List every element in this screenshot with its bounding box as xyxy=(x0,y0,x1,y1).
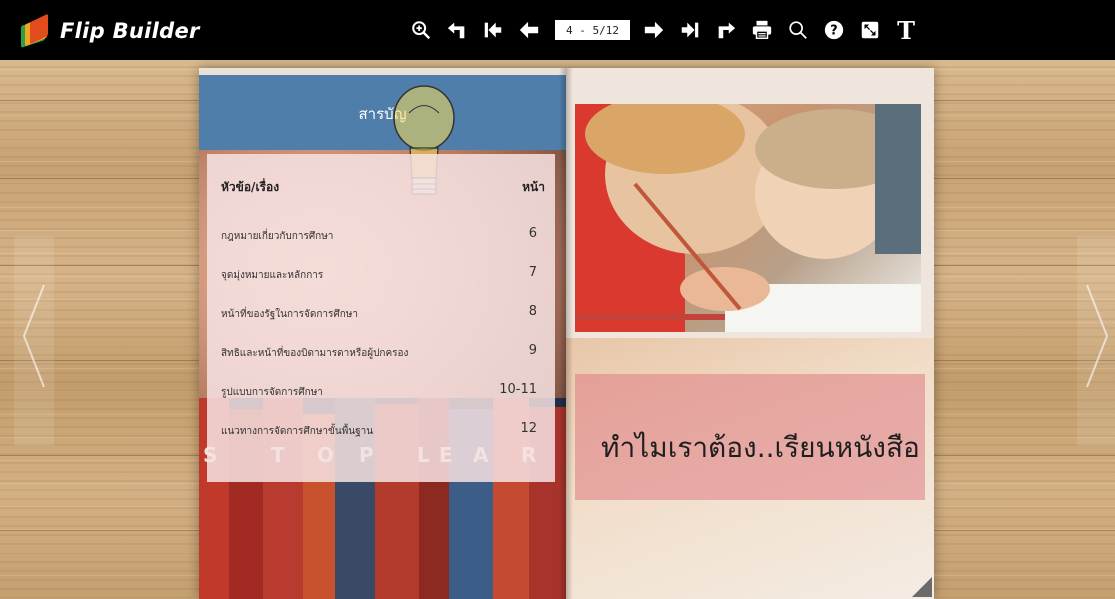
last-page-button[interactable] xyxy=(674,14,706,46)
children-drawing-photo xyxy=(575,104,921,332)
forward-icon xyxy=(718,22,736,39)
headline-text: ทำไมเราต้อง..เรียนหนังสือ xyxy=(601,431,920,464)
app-title: Flip Builder xyxy=(60,19,200,43)
toc-page-header: หน้า xyxy=(522,180,545,194)
first-page-icon xyxy=(484,22,502,38)
toc-topic-header: หัวข้อ/เรื่อง xyxy=(221,180,280,194)
flip-builder-logo-icon xyxy=(18,13,52,48)
first-page-button[interactable] xyxy=(477,14,509,46)
zoom-in-button[interactable] xyxy=(405,14,437,46)
toc-row[interactable]: สิทธิและหน้าที่ของบิดามารดาหรือผู้ปกครอง… xyxy=(221,343,537,363)
toolbar-buttons: 4 - 5/12 ? T xyxy=(405,14,926,46)
fullscreen-button[interactable] xyxy=(854,14,886,46)
zoom-in-icon xyxy=(412,21,431,40)
book-spine xyxy=(559,68,573,599)
toc-row[interactable]: จุดมุ่งหมายและหลักการ 7 xyxy=(221,265,537,285)
chevron-left-icon xyxy=(22,284,45,388)
previous-page-icon xyxy=(519,21,539,39)
print-icon xyxy=(752,20,772,39)
app-logo[interactable]: Flip Builder xyxy=(18,13,200,48)
text-icon: T xyxy=(897,15,915,45)
fullscreen-icon xyxy=(861,21,879,39)
text-mode-button[interactable]: T xyxy=(890,14,922,46)
flipbook: S T O P L E A R สารบัญ หัวข้อ/เรื่อง หน้… xyxy=(199,68,934,599)
print-button[interactable] xyxy=(746,14,778,46)
search-icon xyxy=(789,21,807,39)
toc-column-headers: หัวข้อ/เรื่อง หน้า xyxy=(221,178,545,197)
children-illustration xyxy=(575,104,921,332)
previous-page-button[interactable] xyxy=(513,14,545,46)
svg-text:?: ? xyxy=(830,24,837,39)
toolbar: Flip Builder 4 - 5/12 ? T xyxy=(0,0,1115,60)
toc-row[interactable]: หน้าที่ของรัฐในการจัดการศึกษา 8 xyxy=(221,304,537,324)
toc-row[interactable]: รูปแบบการจัดการศึกษา 10-11 xyxy=(221,382,537,402)
page-corner-curl[interactable] xyxy=(912,577,932,597)
help-button[interactable]: ? xyxy=(818,14,850,46)
chevron-right-icon xyxy=(1086,284,1109,388)
back-button[interactable] xyxy=(441,14,473,46)
right-page[interactable]: ทำไมเราต้อง..เรียนหนังสือ xyxy=(566,68,934,599)
next-page-button[interactable] xyxy=(638,14,670,46)
toc-row[interactable]: แนวทางการจัดการศึกษาขั้นพื้นฐาน 12 xyxy=(221,421,537,441)
previous-page-side-arrow[interactable] xyxy=(14,236,54,446)
toc-row[interactable]: กฎหมายเกี่ยวกับการศึกษา 6 xyxy=(221,226,537,246)
left-page[interactable]: S T O P L E A R สารบัญ หัวข้อ/เรื่อง หน้… xyxy=(199,68,566,599)
table-of-contents: หัวข้อ/เรื่อง หน้า กฎหมายเกี่ยวกับการศึก… xyxy=(207,154,555,482)
toc-title: สารบัญ xyxy=(358,105,407,123)
next-page-side-arrow[interactable] xyxy=(1077,236,1115,446)
forward-button[interactable] xyxy=(710,14,742,46)
help-icon: ? xyxy=(824,20,844,40)
back-icon xyxy=(447,22,465,39)
next-page-icon xyxy=(644,21,664,39)
search-button[interactable] xyxy=(782,14,814,46)
last-page-icon xyxy=(681,22,699,38)
page-number-input[interactable]: 4 - 5/12 xyxy=(555,20,630,40)
toc-header-bar: สารบัญ xyxy=(199,75,566,150)
headline-band: ทำไมเราต้อง..เรียนหนังสือ xyxy=(575,374,925,500)
